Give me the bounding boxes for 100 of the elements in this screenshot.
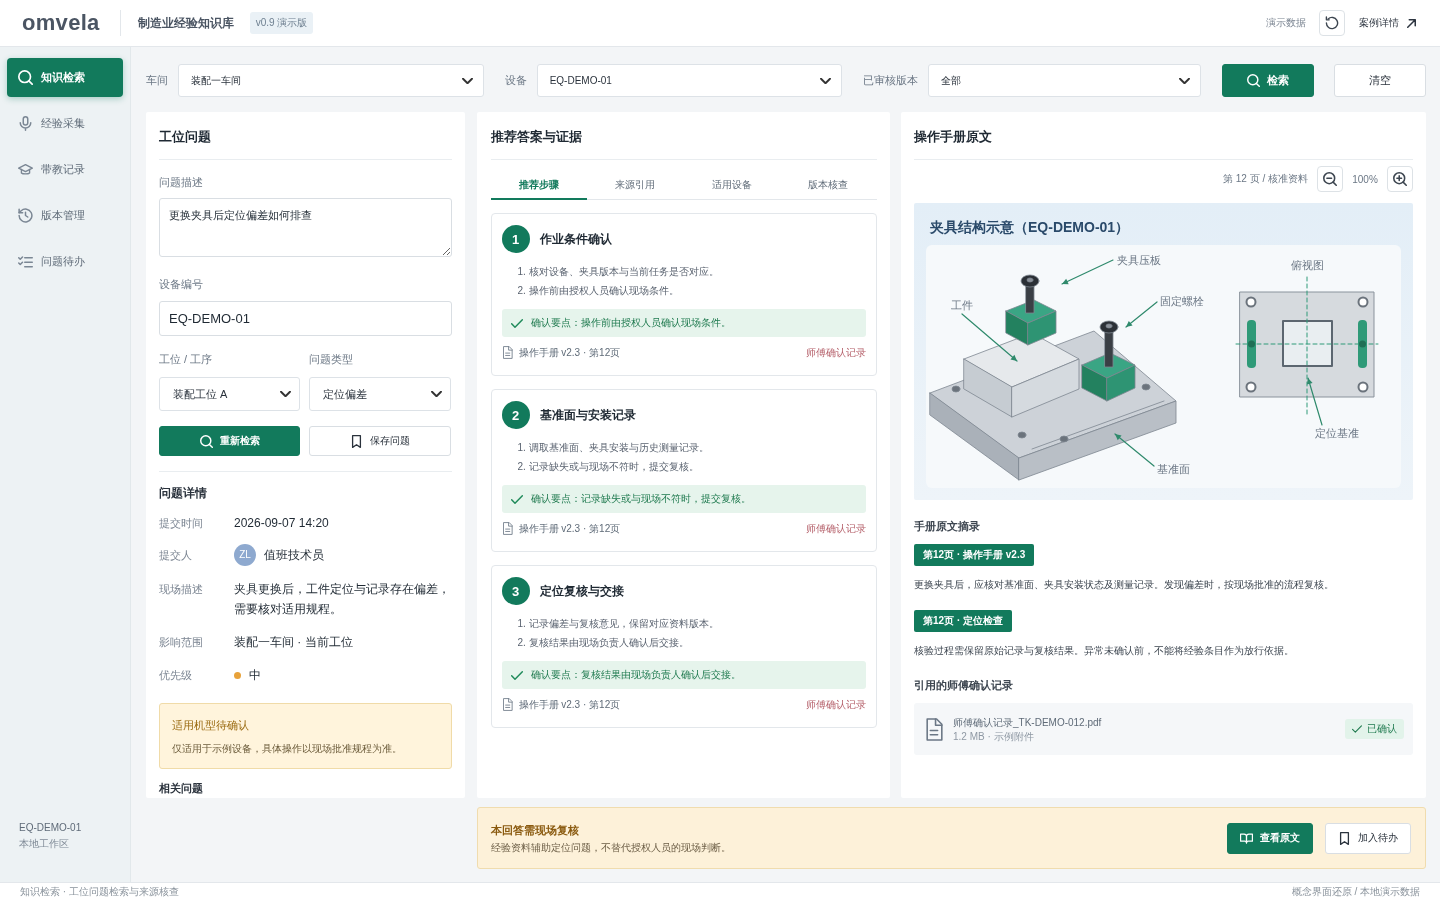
device-number-field[interactable]: EQ-DEMO-01 xyxy=(159,301,452,336)
figure-label: 定位基准 xyxy=(1315,427,1359,439)
figure-label: 夹具压板 xyxy=(1117,254,1161,266)
equipment-select[interactable]: EQ-DEMO-01 xyxy=(536,64,843,97)
tab[interactable]: 推荐步骤 xyxy=(490,171,587,200)
page-tag: 第12页 · 定位检查 xyxy=(914,610,1012,632)
footer-note: 概念界面还原 / 本地演示数据 xyxy=(1291,884,1420,899)
microphone-icon xyxy=(18,116,33,131)
detail-label: 提交人 xyxy=(159,548,193,563)
tab[interactable]: 版本核查 xyxy=(780,171,877,200)
chevron-down-icon xyxy=(461,77,473,84)
document-icon xyxy=(502,698,513,711)
check-icon xyxy=(510,494,523,504)
step-instruction: 2. 操作前由授权人员确认现场条件。 xyxy=(517,284,680,298)
filter-label: 已审核版本 xyxy=(863,73,919,88)
breadcrumb: 知识检索 · 工位问题检索与来源核查 xyxy=(20,884,179,899)
case-details-link[interactable]: 案例详情 xyxy=(1359,16,1416,30)
station-select[interactable]: 装配工位 A xyxy=(159,377,300,411)
step-instruction: 2. 复核结果由现场负责人确认后交接。 xyxy=(517,636,690,650)
excerpt-text: 更换夹具后，应核对基准面、夹具安装状态及测量记录。发现偏差时，按现场批准的流程复核。 xyxy=(914,578,1335,592)
step-number: 3 xyxy=(501,577,530,605)
source-reference: 操作手册 v2.3 · 第12页 xyxy=(518,698,621,712)
sidebar-item[interactable]: 经验采集 xyxy=(7,104,123,143)
detail-label: 影响范围 xyxy=(159,635,204,650)
view-source-button[interactable]: 查看原文 xyxy=(1227,822,1313,854)
field-label: 设备编号 xyxy=(159,277,204,291)
zoom-in-button[interactable] xyxy=(1387,166,1413,192)
page-info: 第 12 页 / 核准资料 xyxy=(1223,172,1308,186)
arrow-up-right-icon xyxy=(1407,18,1416,28)
workshop-select[interactable]: 装配一车间 xyxy=(178,64,484,97)
checkpoint-text: 确认要点：记录缺失或与现场不符时，提交复核。 xyxy=(530,492,751,506)
version-tag: v0.9 演示版 xyxy=(249,12,314,34)
detail-label: 现场描述 xyxy=(159,582,204,597)
sidebar-item[interactable]: 带教记录 xyxy=(7,150,123,189)
document-icon xyxy=(502,346,513,359)
re-search-button[interactable]: 重新检索 xyxy=(159,426,300,456)
add-to-todo-button[interactable]: 加入待办 xyxy=(1325,822,1411,854)
clamp-with-bolt xyxy=(1005,274,1057,346)
source-reference: 操作手册 v2.3 · 第12页 xyxy=(518,522,621,536)
sidebar-item[interactable]: 问题待办 xyxy=(7,242,123,281)
chevron-down-icon xyxy=(820,77,832,84)
device-id: EQ-DEMO-01 xyxy=(19,821,83,835)
figure-label: 俯视图 xyxy=(1291,259,1324,271)
checkpoint-text: 确认要点：复核结果由现场负责人确认后交接。 xyxy=(530,668,741,682)
sidebar-item[interactable]: 版本管理 xyxy=(7,196,123,235)
bookmark-icon xyxy=(1338,831,1351,845)
save-question-button[interactable]: 保存问题 xyxy=(309,426,451,456)
user-avatar: ZL xyxy=(234,544,256,566)
figure-label: 固定螺栓 xyxy=(1160,295,1204,307)
detail-label: 优先级 xyxy=(159,668,193,683)
filter-label: 车间 xyxy=(146,73,168,88)
filter-label: 设备 xyxy=(504,73,527,88)
zoom-level: 100% xyxy=(1351,173,1379,185)
master-record-link[interactable]: 师傅确认记录 xyxy=(805,345,866,360)
leader-line xyxy=(1125,301,1158,328)
step-title: 基准面与安装记录 xyxy=(539,406,636,424)
graduation-cap-icon xyxy=(18,162,33,177)
leader-line xyxy=(1306,377,1323,426)
section-title: 相关问题 xyxy=(159,781,204,795)
version-select[interactable]: 全部 xyxy=(928,64,1201,97)
demo-data-label: 演示数据 xyxy=(1266,16,1306,30)
issue-type-select[interactable]: 定位偏差 xyxy=(309,377,451,411)
document-icon xyxy=(502,522,513,535)
detail-value: 装配一车间 · 当前工位 xyxy=(234,634,354,651)
zoom-out-button[interactable] xyxy=(1317,166,1343,192)
search-button[interactable]: 检索 xyxy=(1222,64,1314,97)
section-title: 手册原文摘录 xyxy=(914,519,981,533)
description-field[interactable]: 更换夹具后定位偏差如何排查 xyxy=(159,198,452,257)
check-icon xyxy=(510,318,523,328)
tab[interactable]: 适用设备 xyxy=(683,171,780,200)
figure-label: 基准面 xyxy=(1157,463,1190,475)
refresh-button[interactable] xyxy=(1319,10,1345,36)
search-icon xyxy=(18,70,33,85)
search-icon xyxy=(199,434,213,448)
clear-button[interactable]: 清空 xyxy=(1334,64,1426,97)
refresh-icon xyxy=(1325,16,1339,30)
step-instruction: 1. 核对设备、夹具版本与当前任务是否对应。 xyxy=(517,265,720,279)
step-title: 作业条件确认 xyxy=(539,230,612,248)
detail-value: 中 xyxy=(249,667,261,684)
step-title: 定位复核与交接 xyxy=(539,582,624,600)
field-label: 问题描述 xyxy=(159,175,204,189)
zoom-in-icon xyxy=(1393,172,1407,186)
open-book-icon xyxy=(1240,831,1253,845)
field-label: 工位 / 工序 xyxy=(159,352,214,366)
notice-title: 适用机型待确认 xyxy=(172,718,250,733)
status-label: 已确认 xyxy=(1367,722,1397,736)
master-record-link[interactable]: 师傅确认记录 xyxy=(805,521,866,536)
detail-value: 夹具更换后，工件定位与记录存在偏差，需要核对适用规程。 xyxy=(234,581,451,618)
tab[interactable]: 来源引用 xyxy=(587,171,684,200)
review-title: 本回答需现场复核 xyxy=(490,822,580,838)
sidebar-item[interactable]: 知识检索 xyxy=(7,58,123,97)
leader-line xyxy=(1061,259,1114,285)
detail-value: 值班技术员 xyxy=(264,547,324,564)
file-meta: 1.2 MB · 示例附件 xyxy=(953,729,1035,743)
chevron-down-icon xyxy=(431,391,442,397)
priority-dot-icon xyxy=(234,671,241,679)
bookmark-icon xyxy=(350,434,363,448)
field-label: 问题类型 xyxy=(309,352,354,366)
step-instruction: 2. 记录缺失或与现场不符时，提交复核。 xyxy=(517,460,700,474)
master-record-link[interactable]: 师傅确认记录 xyxy=(805,697,866,712)
